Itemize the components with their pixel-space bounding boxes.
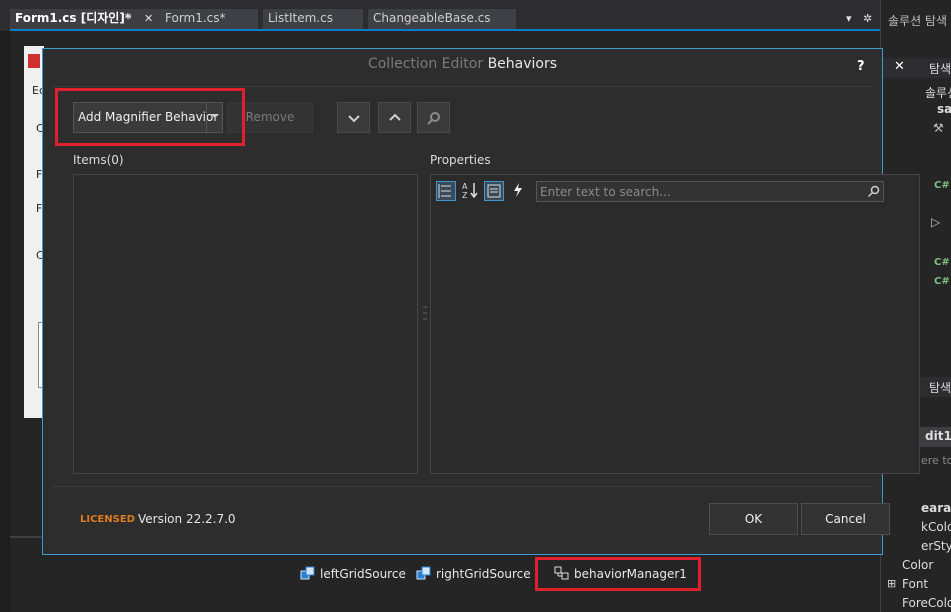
categorized-view-button[interactable]: [436, 181, 456, 201]
alphabetical-view-button[interactable]: A Z: [461, 181, 481, 201]
tab-listitem[interactable]: ListItem.cs: [263, 9, 363, 29]
dialog-title-prefix: Collection Editor: [367, 56, 484, 72]
tab-form1-designer[interactable]: Form1.cs [디자인]*: [10, 9, 160, 29]
property-row[interactable]: ForeColo: [902, 596, 951, 610]
property-pages-icon: [487, 184, 501, 198]
expand-arrow-icon[interactable]: ▷: [931, 215, 940, 229]
csharp-file-icon[interactable]: C#: [934, 276, 950, 287]
data-source-icon: [416, 566, 431, 580]
settings-icon[interactable]: ✲: [863, 12, 872, 25]
pin-icon[interactable]: ᵖ: [127, 12, 132, 25]
close-dialog-button[interactable]: ✕: [894, 59, 905, 74]
properties-label: Properties: [430, 153, 491, 167]
tab-label: Form1.cs [디자인]*: [15, 11, 132, 25]
categorized-icon: [438, 184, 451, 198]
form-app-icon: [28, 54, 40, 68]
behavior-manager-highlight-box: [535, 557, 701, 591]
items-list[interactable]: [73, 174, 418, 474]
property-search-input[interactable]: [540, 183, 860, 200]
tab-dropdown-icon[interactable]: ▾: [846, 12, 852, 25]
version-label: Version 22.2.7.0: [138, 512, 236, 526]
move-down-button[interactable]: [337, 102, 370, 133]
search-icon: [867, 185, 880, 198]
wrench-icon[interactable]: ⚒: [933, 121, 944, 135]
dialog-title-main: Behaviors: [487, 56, 558, 72]
grip-dots-icon: [423, 306, 427, 320]
tray-item-label: leftGridSource: [320, 567, 406, 581]
csharp-file-icon[interactable]: C#: [934, 257, 950, 268]
tab-label: ChangeableBase.cs: [373, 11, 491, 25]
search-label: 탐색: [929, 381, 951, 395]
property-pages-button[interactable]: [484, 181, 504, 201]
title-separator: [53, 86, 873, 87]
licensed-badge: LICENSED: [80, 514, 135, 525]
expand-plus-icon[interactable]: ⊞: [887, 577, 896, 590]
footer-separator: [53, 486, 873, 487]
chevron-up-icon: [389, 113, 401, 121]
properties-search-hint[interactable]: ere to: [921, 454, 951, 467]
dialog-title: Collection Editor Behaviors: [43, 56, 882, 72]
tray-item-rightgridsource[interactable]: rightGridSource: [416, 565, 531, 583]
tab-label: ListItem.cs: [268, 11, 333, 25]
tab-changeablebase[interactable]: ChangeableBase.cs: [368, 9, 516, 29]
property-grid: A Z: [430, 174, 920, 474]
tab-form1-code[interactable]: Form1.cs*: [160, 9, 258, 29]
data-source-icon: [300, 566, 315, 580]
move-up-button[interactable]: [378, 102, 411, 133]
search-icon: [427, 112, 440, 125]
cancel-button[interactable]: Cancel: [801, 503, 890, 535]
add-button-highlight-box: [55, 88, 245, 146]
svg-text:Z: Z: [462, 191, 468, 199]
property-row[interactable]: Color: [902, 558, 933, 572]
solution-explorer-search[interactable]: 탐색: [881, 58, 951, 78]
events-view-button[interactable]: [509, 181, 529, 201]
property-row[interactable]: erSty: [921, 539, 951, 553]
items-label: Items(0): [73, 153, 124, 167]
chevron-down-icon: [348, 115, 360, 123]
property-row[interactable]: Font: [902, 577, 928, 591]
help-button[interactable]: ?: [857, 59, 865, 74]
sort-alphabetical-icon: A Z: [462, 182, 478, 200]
csharp-file-icon[interactable]: C#: [934, 180, 950, 191]
tree-item-project[interactable]: sa: [937, 102, 951, 116]
tab-label: Form1.cs*: [165, 11, 226, 25]
search-button[interactable]: [417, 102, 450, 133]
solution-explorer-title: 솔루션 탐색: [888, 14, 948, 28]
tray-item-leftgridsource[interactable]: leftGridSource: [300, 565, 406, 583]
lightning-icon: [514, 183, 522, 197]
property-row[interactable]: kColo: [921, 520, 951, 534]
close-tab-icon[interactable]: ✕: [144, 12, 153, 25]
svg-text:A: A: [462, 182, 468, 191]
tray-item-label: rightGridSource: [436, 567, 531, 581]
properties-object-name: dit1: [925, 429, 951, 443]
ok-button[interactable]: OK: [709, 503, 798, 535]
tree-root-label: 솔루션: [925, 86, 951, 100]
property-category[interactable]: earan: [921, 501, 951, 515]
property-search-field[interactable]: [536, 181, 884, 202]
search-label: 탐색: [929, 62, 951, 76]
document-tab-bar: Form1.cs [디자인]* ᵖ ✕ Form1.cs* ListItem.c…: [0, 0, 880, 31]
splitter-grip[interactable]: [423, 304, 427, 322]
